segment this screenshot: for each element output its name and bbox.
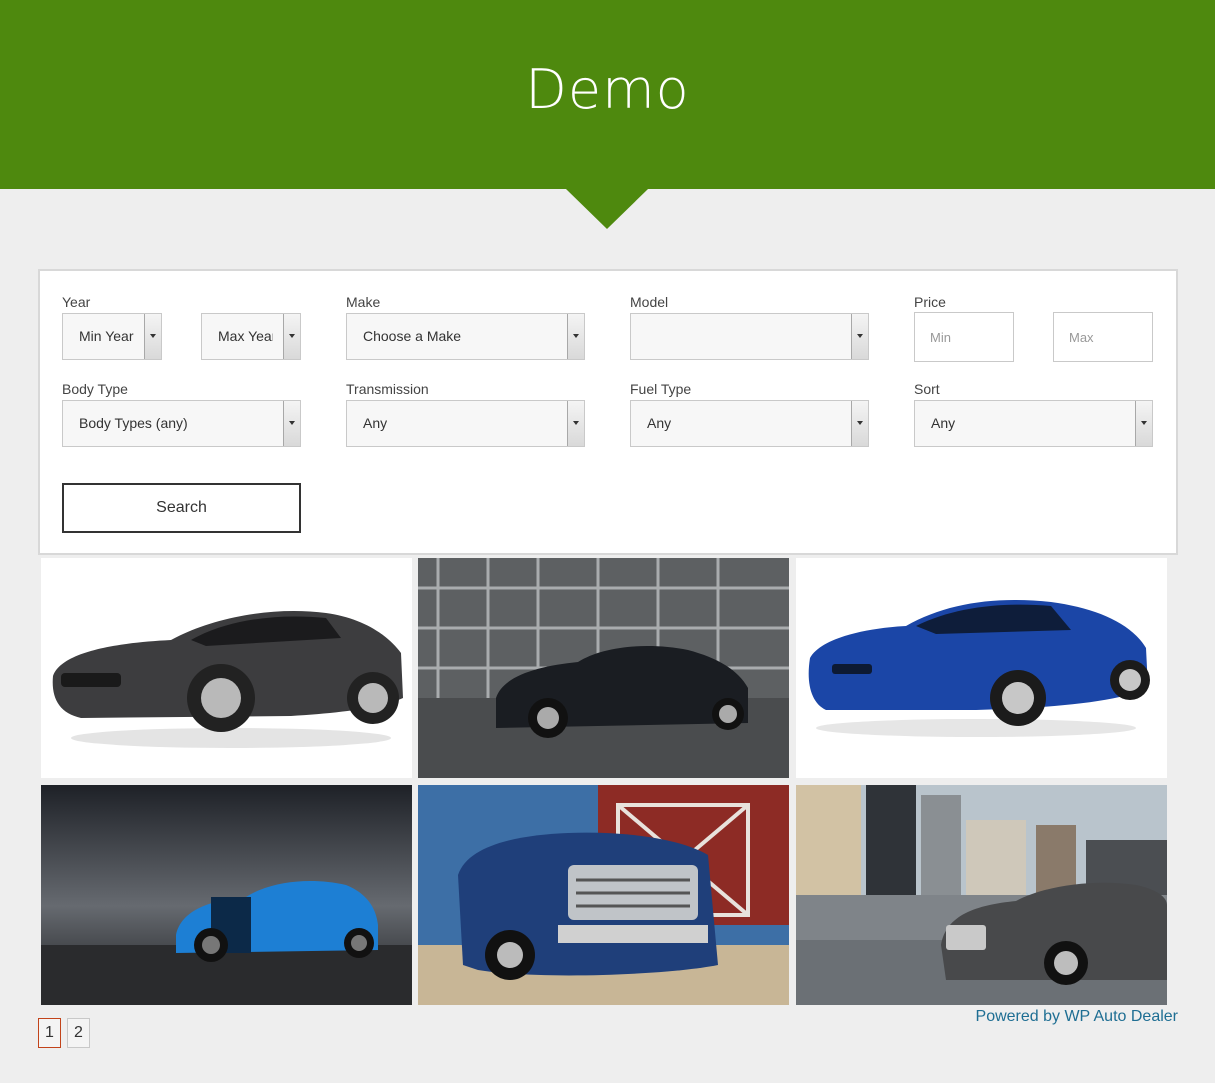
fuel-type-value: Any [647,415,672,431]
car-photo-icon [41,558,412,778]
model-select[interactable] [630,313,869,360]
car-photo-icon [796,785,1167,1005]
price-min-input[interactable] [914,312,1014,362]
transmission-label: Transmission [346,381,429,397]
pagination-page-1[interactable]: 1 [38,1018,61,1048]
sort-label: Sort [914,381,940,397]
page-header: Demo [0,0,1215,189]
transmission-value: Any [363,415,388,431]
listing-card[interactable] [796,558,1167,778]
search-button[interactable]: Search [62,483,301,533]
body-type-label: Body Type [62,381,128,397]
max-year-value: Max Year [218,328,273,344]
body-type-value: Body Types (any) [79,415,188,431]
price-label: Price [914,294,946,310]
body-type-select[interactable]: Body Types (any) [62,400,301,447]
sort-value: Any [931,415,956,431]
truck-photo-icon [418,785,789,1005]
powered-by-link[interactable]: Powered by WP Auto Dealer [976,1008,1178,1026]
listing-card[interactable] [41,785,412,1005]
chevron-down-icon[interactable] [851,314,868,359]
chevron-down-icon[interactable] [567,314,584,359]
make-value: Choose a Make [363,328,462,344]
car-photo-icon [418,558,789,778]
chevron-down-icon[interactable] [567,401,584,446]
fuel-type-label: Fuel Type [630,381,692,397]
chevron-down-icon[interactable] [1135,401,1152,446]
chevron-down-icon[interactable] [283,401,300,446]
listing-card[interactable] [41,558,412,778]
car-photo-icon [796,558,1167,778]
make-label: Make [346,294,381,310]
make-select[interactable]: Choose a Make [346,313,585,360]
header-arrow [566,189,648,229]
min-year-value: Min Year [79,328,134,344]
search-form: Year Min Year Max Year Make Choose a Mak… [38,269,1178,555]
transmission-select[interactable]: Any [346,400,585,447]
fuel-type-select[interactable]: Any [630,400,869,447]
page-title: Demo [525,58,690,121]
listing-card[interactable] [418,785,789,1005]
price-max-input[interactable] [1053,312,1153,362]
car-photo-icon [41,785,412,1005]
listing-card[interactable] [418,558,789,778]
min-year-select[interactable]: Min Year [62,313,162,360]
pagination-page-2[interactable]: 2 [67,1018,90,1048]
model-label: Model [630,294,669,310]
chevron-down-icon[interactable] [283,314,300,359]
max-year-select[interactable]: Max Year [201,313,301,360]
chevron-down-icon[interactable] [144,314,161,359]
sort-select[interactable]: Any [914,400,1153,447]
year-label: Year [62,294,91,310]
chevron-down-icon[interactable] [851,401,868,446]
listing-card[interactable] [796,785,1167,1005]
